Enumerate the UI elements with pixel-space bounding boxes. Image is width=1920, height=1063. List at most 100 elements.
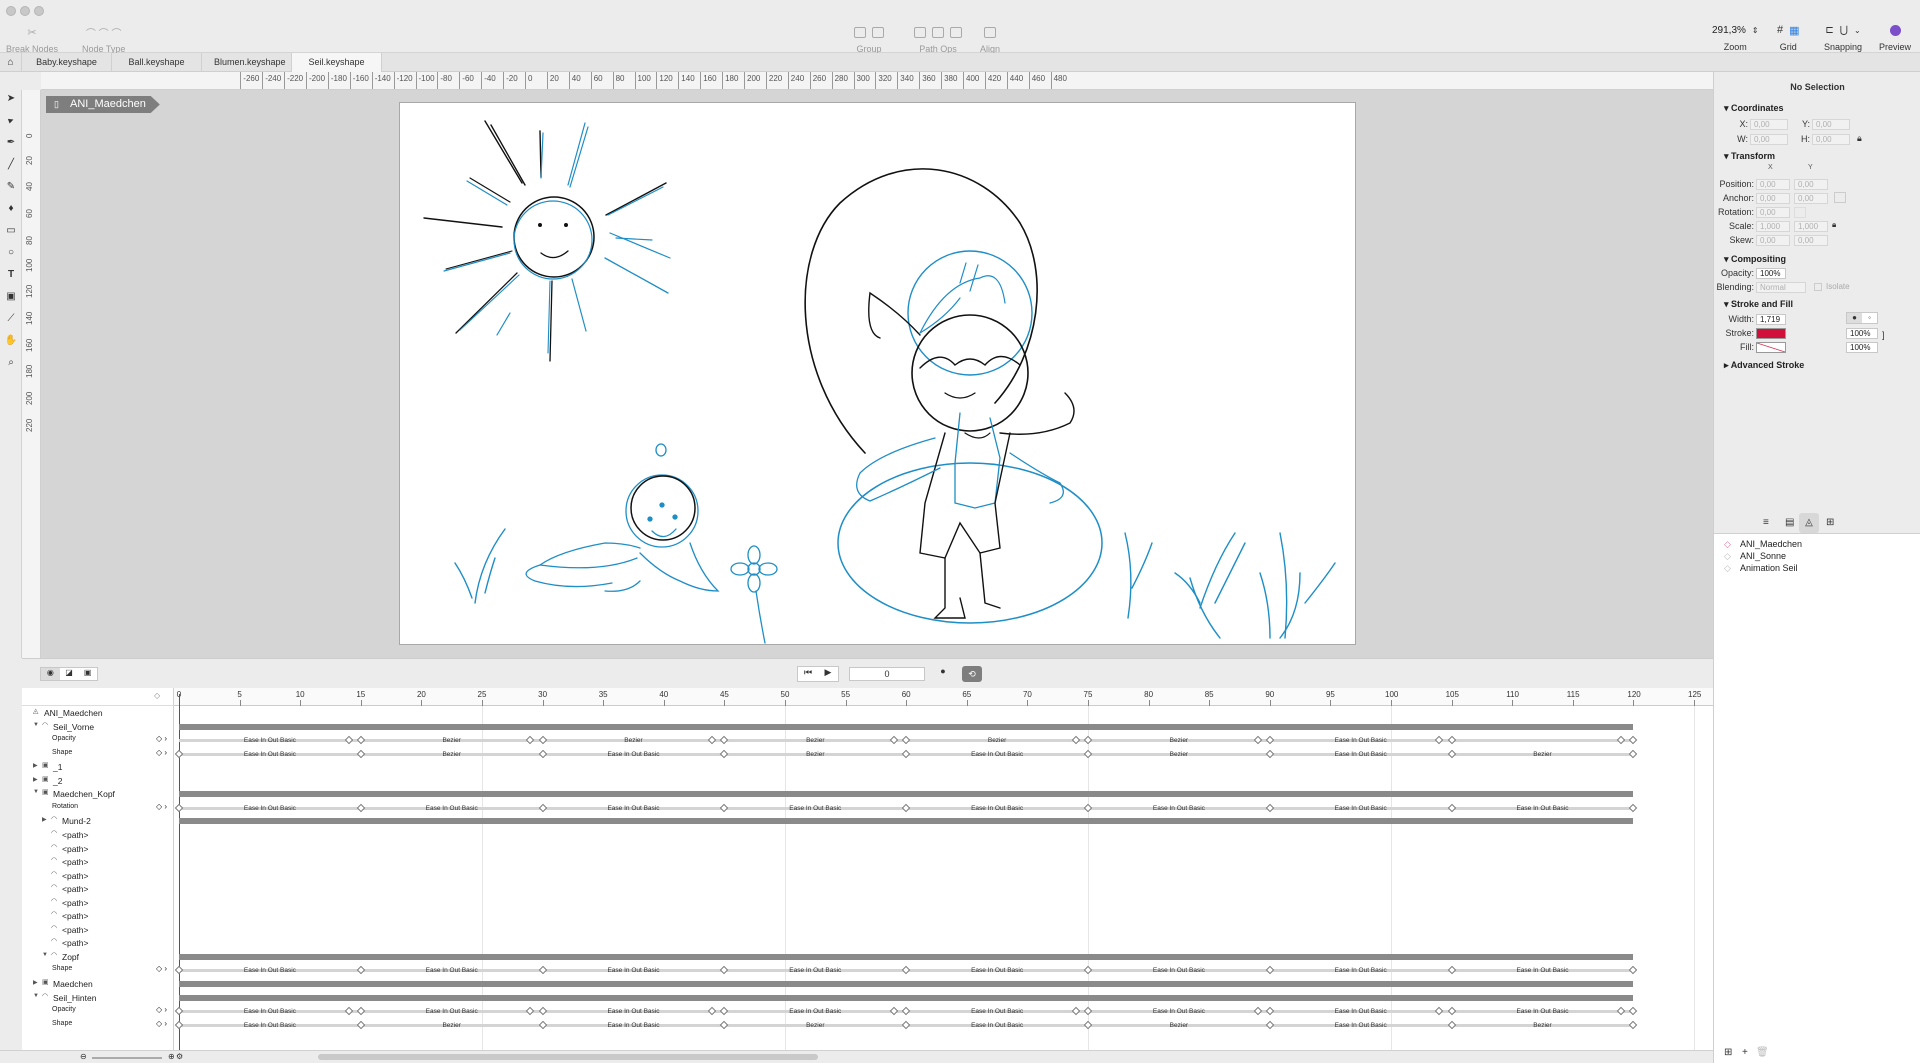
fill-none-swatch[interactable] [1756, 342, 1786, 353]
layer-row[interactable]: ◠ <path> [22, 856, 174, 869]
layer-row[interactable]: Rotation ◇ › [22, 802, 174, 815]
grass-right-drawing[interactable] [1124, 532, 1336, 639]
keyframe[interactable] [1617, 735, 1626, 745]
layer-row[interactable]: ◠ <path> [22, 897, 174, 910]
rectangle-tool-icon[interactable]: ▭ [5, 224, 17, 236]
easing-label[interactable]: Ease In Out Basic [179, 1021, 361, 1030]
scale-y-field[interactable]: 1,000 [1794, 221, 1828, 232]
position-y-field[interactable]: 0,00 [1794, 179, 1828, 190]
rotation-dial-icon[interactable] [1794, 207, 1806, 218]
timeline-ruler[interactable]: 0510152025303540455055606570758085909510… [174, 688, 1713, 706]
easing-label[interactable]: Bezier [361, 1021, 543, 1030]
hand-tool-icon[interactable]: ✋ [5, 334, 17, 346]
easing-label[interactable]: Bezier [1088, 736, 1270, 745]
add-icon[interactable]: + [1742, 1047, 1748, 1058]
loop-icon[interactable]: ⟲ [962, 666, 982, 682]
artboard[interactable] [399, 102, 1356, 645]
preview-control[interactable]: Preview [1879, 22, 1911, 52]
layer-duration-bar[interactable] [179, 981, 1634, 987]
easing-label[interactable]: Ease In Out Basic [179, 1007, 361, 1016]
horizontal-scrollbar[interactable] [318, 1054, 818, 1060]
preview-icon[interactable] [1889, 24, 1901, 36]
align-button[interactable]: Align [980, 24, 1000, 54]
layer-row[interactable]: ▶ ▣ _1 [22, 761, 174, 774]
disclosure-icon[interactable]: ▶ [33, 979, 38, 986]
layer-row[interactable]: Shape ◇ › [22, 748, 174, 761]
eyedropper-tool-icon[interactable]: ⟋ [5, 312, 17, 324]
outline-item[interactable]: Animation Seil [1740, 563, 1798, 573]
grid-icon[interactable]: # [1777, 24, 1783, 36]
skew-x-field[interactable]: 0,00 [1756, 235, 1790, 246]
disclosure-icon[interactable]: ▶ [42, 816, 47, 823]
timeline-view-toggle[interactable]: ◉ ◪ ▣ [40, 667, 98, 681]
easing-label[interactable]: Ease In Out Basic [1088, 804, 1270, 813]
sun-drawing[interactable] [423, 120, 671, 362]
outline-item[interactable]: ANI_Maedchen [1740, 539, 1802, 549]
layer-row[interactable]: ▼ ◠ Seil_Vorne [22, 721, 174, 734]
easing-label[interactable]: Ease In Out Basic [906, 750, 1088, 759]
layer-duration-bar[interactable] [179, 994, 1634, 1001]
easing-label[interactable]: Ease In Out Basic [543, 804, 725, 813]
disclosure-icon[interactable]: ▶ [33, 762, 38, 769]
coordinates-header[interactable]: ▾ Coordinates [1724, 103, 1784, 114]
tab-blumen[interactable]: Blumen.keyshape [202, 53, 292, 72]
coord-y-field[interactable]: 0,00 [1812, 119, 1850, 130]
close-window-button[interactable] [6, 6, 16, 16]
keyframe-nav-icon[interactable]: ◇ › [156, 734, 167, 743]
link-bracket-icon[interactable]: ] [1882, 330, 1885, 340]
coord-h-field[interactable]: 0,00 [1812, 134, 1850, 145]
disclosure-icon[interactable]: ▼ [33, 789, 39, 795]
layer-row[interactable]: ◬ ANI_Maedchen [22, 707, 174, 720]
easing-label[interactable]: Ease In Out Basic [724, 966, 906, 975]
easing-label[interactable]: Bezier [1452, 1021, 1634, 1030]
layer-duration-bar[interactable] [179, 953, 1634, 960]
easing-label[interactable]: Ease In Out Basic [1270, 804, 1452, 813]
easing-label[interactable]: Ease In Out Basic [1270, 750, 1452, 759]
table-icon[interactable]: ⊞ [1826, 517, 1834, 528]
rewind-icon[interactable]: ⏮ [798, 667, 818, 681]
break-nodes-button[interactable]: ✂ Break Nodes [6, 24, 58, 55]
easing-label[interactable]: Ease In Out Basic [1270, 966, 1452, 975]
layer-row[interactable]: ◠ <path> [22, 924, 174, 937]
node-select-tool-icon[interactable]: ▸ [3, 112, 18, 127]
list-icon[interactable]: ≡ [1763, 517, 1769, 528]
disclosure-icon[interactable]: ▼ [33, 993, 39, 999]
tab-ball[interactable]: Ball.keyshape [112, 53, 202, 72]
snapping-control[interactable]: ⊏ ⋃ ⌄ Snapping [1824, 22, 1862, 53]
easing-label[interactable]: Ease In Out Basic [179, 804, 361, 813]
scale-lock-icon[interactable]: 🔒︎ [1832, 220, 1836, 230]
easing-label[interactable]: Ease In Out Basic [361, 966, 543, 975]
node-type-button[interactable]: ⌒ ⌒ ⌒ Node Type [82, 24, 125, 55]
image-tool-icon[interactable]: ▣ [5, 290, 17, 302]
path-ops-button[interactable]: Path Ops [914, 24, 962, 54]
eye-icon[interactable]: ◉ [41, 668, 60, 680]
easing-label[interactable]: Ease In Out Basic [543, 1021, 725, 1030]
anchor-picker-icon[interactable] [1834, 192, 1846, 203]
grid-view-icon[interactable]: ⊞ [1724, 1047, 1732, 1058]
zoom-in-icon[interactable]: ⊕ [168, 1052, 175, 1061]
grid-dots-icon[interactable]: ▦ [1789, 24, 1799, 37]
chevron-down-icon[interactable]: ⌄ [1854, 26, 1861, 35]
isolate-checkbox[interactable] [1814, 283, 1822, 291]
current-time-field[interactable]: 0 [849, 667, 925, 681]
layer-row[interactable]: ◠ <path> [22, 829, 174, 842]
zoom-window-button[interactable] [34, 6, 44, 16]
group-button[interactable]: Group [854, 24, 884, 54]
easing-label[interactable]: Ease In Out Basic [1452, 966, 1634, 975]
tab-baby[interactable]: Baby.keyshape [22, 53, 112, 72]
layer-duration-bar[interactable] [179, 723, 1634, 730]
disclosure-icon[interactable]: ▶ [33, 776, 38, 783]
baby-drawing[interactable] [525, 443, 720, 592]
layer-row[interactable]: ◠ <path> [22, 910, 174, 923]
breadcrumb[interactable]: ▯ ANI_Maedchen [46, 96, 160, 113]
easing-label[interactable]: Ease In Out Basic [543, 750, 725, 759]
illustration[interactable] [400, 103, 1357, 646]
layer-row[interactable]: ▶ ▣ _2 [22, 775, 174, 788]
timeline-zoom-slider[interactable] [92, 1057, 162, 1059]
girl-drawing[interactable] [804, 168, 1103, 624]
disclosure-icon[interactable]: ▼ [33, 722, 39, 728]
trash-icon[interactable]: 🗑︎ [1756, 1047, 1769, 1058]
layer-duration-bar[interactable] [179, 818, 1634, 825]
curve-icon[interactable]: ◪ [60, 668, 79, 680]
pen-tool-icon[interactable]: ✒ [5, 136, 17, 148]
